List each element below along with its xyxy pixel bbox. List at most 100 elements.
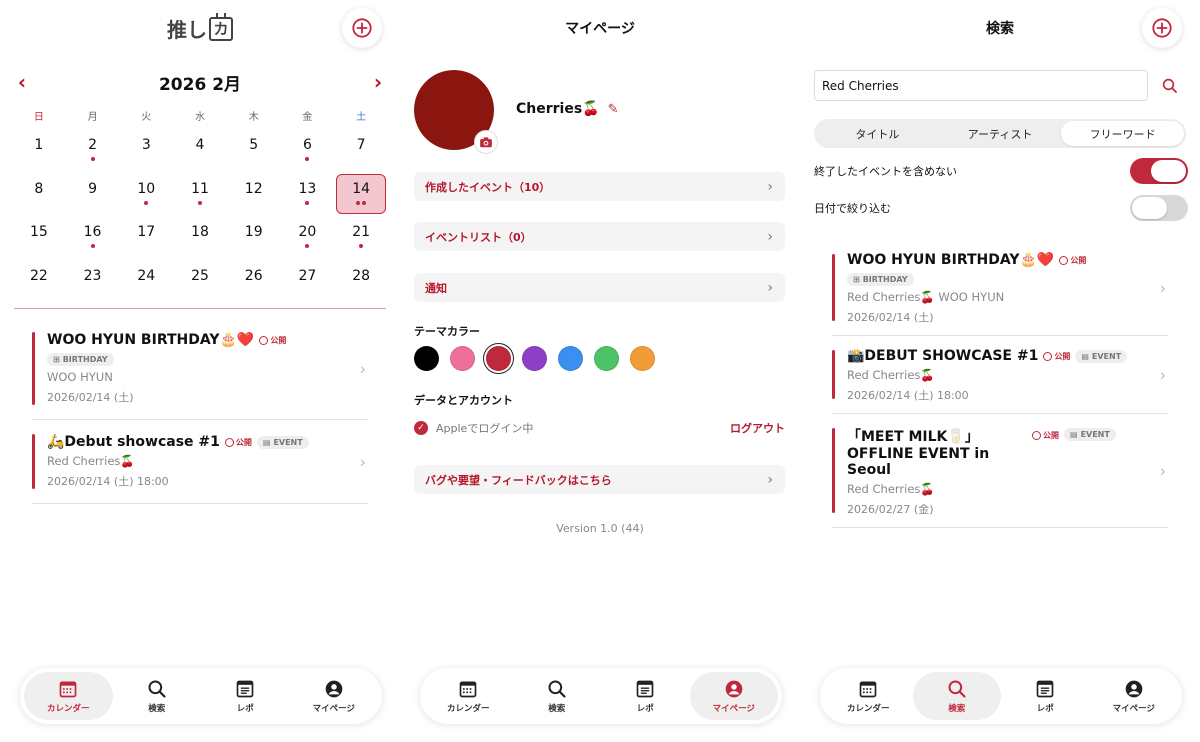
color-swatch-black[interactable] xyxy=(414,346,439,371)
calendar-day[interactable]: 21 xyxy=(334,217,388,261)
event-artist: Red Cherries🍒 xyxy=(847,482,935,496)
search-icon xyxy=(548,680,566,698)
weekday-label: 火 xyxy=(141,112,152,123)
add-event-button[interactable] xyxy=(1142,8,1182,48)
calendar-day[interactable]: 28 xyxy=(334,261,388,305)
calendar-day[interactable]: 25 xyxy=(173,261,227,305)
tab-search[interactable]: 検索 xyxy=(513,672,602,720)
tab-mypage[interactable]: マイページ xyxy=(290,672,379,720)
calendar-day[interactable]: 19 xyxy=(227,217,281,261)
result-card[interactable]: WOO HYUN BIRTHDAY🎂❤️ 公開 ⊞ BIRTHDAY Red Ch… xyxy=(832,240,1168,336)
color-swatch-purple[interactable] xyxy=(522,346,547,371)
calendar-day[interactable]: 10 xyxy=(119,174,173,218)
feedback-button[interactable]: バグや要望・フィードバックはこちら › xyxy=(414,465,785,494)
menu-created-events[interactable]: 作成したイベント（10） › xyxy=(414,172,785,201)
search-results: WOO HYUN BIRTHDAY🎂❤️ 公開 ⊞ BIRTHDAY Red Ch… xyxy=(832,240,1168,528)
check-icon: ✓ xyxy=(414,421,428,435)
tab-calendar[interactable]: カレンダー xyxy=(824,672,913,720)
calendar-day[interactable]: 23 xyxy=(66,261,120,305)
event-list: WOO HYUN BIRTHDAY🎂❤️ 公開 ⊞ BIRTHDAY WOO HY… xyxy=(32,318,368,504)
search-icon xyxy=(948,680,966,698)
tab-mypage[interactable]: マイページ xyxy=(689,672,778,720)
tab-search[interactable]: 検索 xyxy=(113,672,202,720)
segment-title[interactable]: タイトル xyxy=(816,121,939,146)
event-artist: Red Cherries🍒 xyxy=(847,368,935,382)
calendar-screen: 推し カ ‹ 2026 2月 › 日 月 火 水 木 金 土 1 2 3 4 5… xyxy=(0,0,400,742)
date-filter-toggle[interactable] xyxy=(1130,195,1188,221)
event-accent-bar xyxy=(32,332,35,405)
event-card[interactable]: 🛵Debut showcase #1 公開 ▤ EVENT Red Cherrie… xyxy=(32,420,368,504)
tab-calendar[interactable]: カレンダー xyxy=(424,672,513,720)
calendar-day-selected[interactable]: 14 xyxy=(334,173,388,218)
calendar-day[interactable]: 8 xyxy=(12,174,66,218)
tab-calendar[interactable]: カレンダー xyxy=(24,672,113,720)
edit-pencil-icon[interactable]: ✎ xyxy=(608,102,619,117)
calendar-day[interactable]: 13 xyxy=(281,174,335,218)
color-swatch-green[interactable] xyxy=(594,346,619,371)
color-swatch-blue[interactable] xyxy=(558,346,583,371)
calendar-day[interactable]: 17 xyxy=(119,217,173,261)
public-badge: 公開 xyxy=(259,335,286,346)
search-scope-segment: タイトル アーティスト フリーワード xyxy=(814,119,1186,148)
app-version: Version 1.0 (44) xyxy=(556,522,644,535)
search-input[interactable]: Red Cherries xyxy=(814,70,1148,101)
calendar-day[interactable]: 12 xyxy=(227,174,281,218)
event-accent-bar xyxy=(832,254,835,321)
segment-artist[interactable]: アーティスト xyxy=(939,121,1062,146)
calendar-day[interactable]: 27 xyxy=(281,261,335,305)
event-card[interactable]: WOO HYUN BIRTHDAY🎂❤️ 公開 ⊞ BIRTHDAY WOO HY… xyxy=(32,318,368,420)
menu-notifications[interactable]: 通知 › xyxy=(414,273,785,302)
exclude-ended-toggle[interactable] xyxy=(1130,158,1188,184)
event-dot xyxy=(305,157,310,161)
result-card[interactable]: 📸DEBUT SHOWCASE #1 公開 ▤ EVENT Red Cherrie… xyxy=(832,336,1168,414)
public-badge: 公開 xyxy=(224,437,252,448)
color-swatch-red-selected[interactable] xyxy=(486,346,511,371)
prev-month-button[interactable]: ‹ xyxy=(12,70,32,94)
search-icon[interactable] xyxy=(1161,77,1179,95)
calendar-day[interactable]: 18 xyxy=(173,217,227,261)
color-swatch-pink[interactable] xyxy=(450,346,475,371)
calendar-day[interactable]: 7 xyxy=(334,130,388,174)
menu-event-list[interactable]: イベントリスト（0） › xyxy=(414,222,785,251)
exclude-ended-row: 終了したイベントを含めない xyxy=(814,158,1188,184)
document-icon xyxy=(636,680,654,697)
calendar-day[interactable]: 22 xyxy=(12,261,66,305)
type-badge: ▤ EVENT xyxy=(1064,428,1116,441)
calendar-day[interactable]: 4 xyxy=(173,130,227,174)
weekday-label: 水 xyxy=(194,112,205,123)
tab-search[interactable]: 検索 xyxy=(912,672,1001,720)
type-badge: ▤ EVENT xyxy=(256,435,309,449)
calendar-day[interactable]: 26 xyxy=(227,261,281,305)
weekday-label: 木 xyxy=(248,112,259,123)
event-date: 2026/02/14 (土) 18:00 xyxy=(847,389,969,402)
segment-freeword[interactable]: フリーワード xyxy=(1061,121,1185,146)
logout-button[interactable]: ログアウト xyxy=(730,420,785,436)
calendar-day[interactable]: 5 xyxy=(227,130,281,174)
calendar-day[interactable]: 16 xyxy=(66,217,120,261)
tab-report[interactable]: レポ xyxy=(201,672,290,720)
calendar-day[interactable]: 2 xyxy=(66,130,120,174)
calendar-day[interactable]: 3 xyxy=(119,130,173,174)
tab-mypage[interactable]: マイページ xyxy=(1090,672,1179,720)
tab-report[interactable]: レポ xyxy=(1001,672,1090,720)
calendar-small-icon: ▤ xyxy=(1081,351,1089,361)
color-swatch-orange[interactable] xyxy=(630,346,655,371)
add-event-button[interactable] xyxy=(342,8,382,48)
calendar-day[interactable]: 1 xyxy=(12,130,66,174)
tab-report[interactable]: レポ xyxy=(601,672,690,720)
calendar-day[interactable]: 24 xyxy=(119,261,173,305)
calendar-day[interactable]: 9 xyxy=(66,174,120,218)
calendar-day[interactable]: 11 xyxy=(173,174,227,218)
next-month-button[interactable]: › xyxy=(368,70,388,94)
event-title: WOO HYUN BIRTHDAY🎂❤️ xyxy=(847,252,1055,268)
calendar-day[interactable]: 6 xyxy=(281,130,335,174)
result-card[interactable]: 「MEET MILK🥛」OFFLINE EVENT in Seoul 公開 ▤ E… xyxy=(832,414,1168,528)
weekday-header: 日 月 火 水 木 金 土 xyxy=(12,108,388,123)
calendar-day[interactable]: 20 xyxy=(281,217,335,261)
globe-icon xyxy=(1059,255,1069,265)
calendar-day[interactable]: 15 xyxy=(12,217,66,261)
weekday-label: 日 xyxy=(33,112,44,123)
change-photo-button[interactable] xyxy=(474,130,498,154)
event-dot xyxy=(359,244,364,248)
apple-login-row: ✓ Appleでログイン中 ログアウト xyxy=(414,420,785,436)
